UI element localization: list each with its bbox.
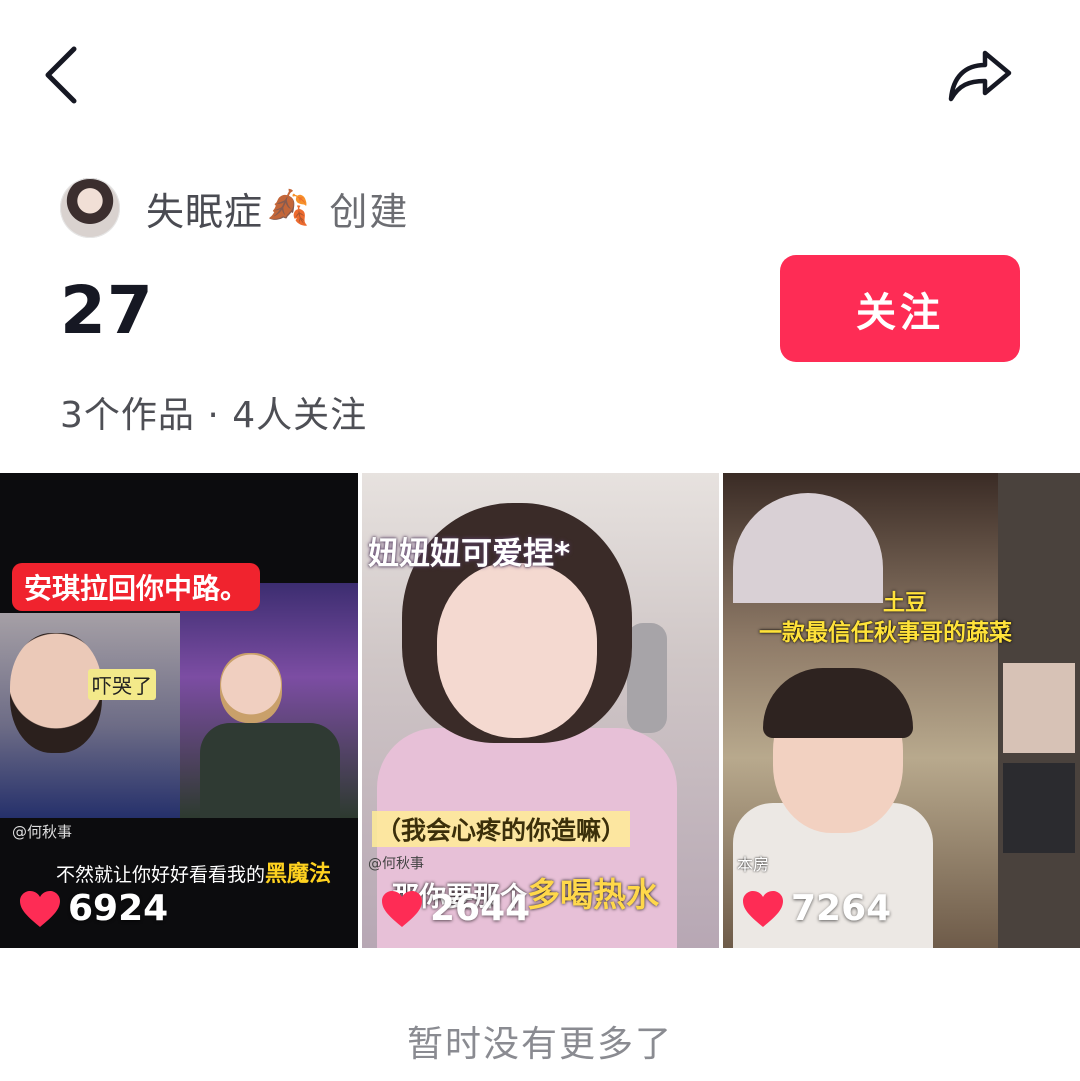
video-caption-top: 妞妞妞可爱捏* <box>368 536 571 572</box>
person-figure <box>437 563 597 738</box>
end-of-list-text: 暂时没有更多了 <box>406 1024 673 1065</box>
video-banner: 安琪拉回你中路。 <box>12 563 261 611</box>
like-count: 2644 <box>380 888 530 929</box>
creator-action-label: 创建 <box>329 189 410 234</box>
person-figure <box>200 723 340 818</box>
collection-title: 27 <box>60 272 154 349</box>
video-watermark: @何秋事 <box>12 823 73 841</box>
chevron-left-icon <box>45 46 77 104</box>
creator-name[interactable]: 失眠症 <box>146 181 263 236</box>
avatar[interactable] <box>60 178 120 238</box>
video-tile-2[interactable]: 妞妞妞可爱捏* （我会心疼的你造嘛） @何秋事 那你要那个多喝热水 2644 <box>362 473 719 948</box>
video-grid: 安琪拉回你中路。 吓哭了 @何秋事 不然就让你好好看看我的黑魔法 6924 妞妞… <box>0 473 1080 948</box>
picture-in-picture <box>1003 663 1075 753</box>
like-count: 6924 <box>18 888 168 929</box>
video-caption-2: 一款最信任秋事哥的蔬菜 <box>759 620 1012 646</box>
video-subtitle: 不然就让你好好看看我的黑魔法 <box>56 862 332 887</box>
video-bubble-text: 吓哭了 <box>88 669 156 700</box>
microphone-figure <box>627 623 667 733</box>
collection-stats: 3个作品 · 4人关注 <box>60 395 368 436</box>
video-tile-1[interactable]: 安琪拉回你中路。 吓哭了 @何秋事 不然就让你好好看看我的黑魔法 6924 <box>0 473 358 948</box>
video-watermark: 本房 <box>737 855 770 874</box>
heart-icon <box>743 890 783 927</box>
picture-in-picture <box>1003 763 1075 853</box>
like-count-value: 7264 <box>791 888 892 929</box>
back-button[interactable] <box>22 35 102 115</box>
heart-icon <box>20 890 60 927</box>
heart-icon <box>382 890 422 927</box>
like-count-value: 2644 <box>430 888 531 929</box>
like-count-value: 6924 <box>68 888 169 929</box>
person-figure <box>220 653 282 723</box>
video-caption-middle: （我会心疼的你造嘛） <box>372 811 631 847</box>
leaf-emoji-icon: 🍂 <box>267 188 310 228</box>
follow-button[interactable]: 关注 <box>780 255 1020 362</box>
share-arrow-icon <box>948 50 1012 102</box>
creator-row[interactable]: 失眠症 🍂 创建 <box>60 177 409 239</box>
top-bar <box>0 0 1080 150</box>
share-button[interactable] <box>940 35 1020 115</box>
video-tile-3[interactable]: 土豆 一款最信任秋事哥的蔬菜 本房 7264 <box>723 473 1080 948</box>
like-count: 7264 <box>741 888 891 929</box>
